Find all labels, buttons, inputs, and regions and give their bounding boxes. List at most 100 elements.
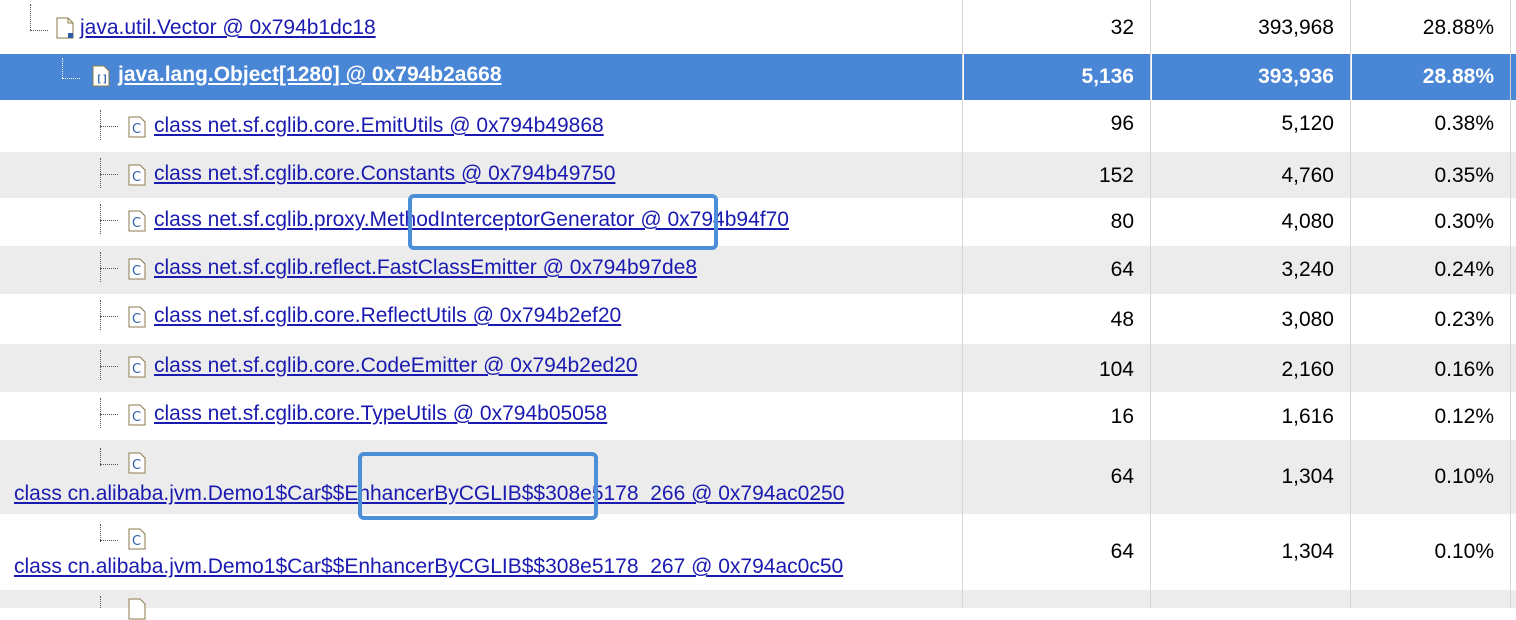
shallow-heap-cell: 80 (1110, 210, 1134, 233)
table-row[interactable]: C class net.sf.cglib.core.EmitUtils @ 0x… (0, 100, 1516, 152)
class-icon: C (128, 356, 146, 378)
tree-connector (100, 126, 118, 127)
tree-connector (100, 220, 118, 221)
class-icon: C (128, 258, 146, 280)
tree-guide (100, 350, 101, 380)
name-cell: C class net.sf.cglib.core.EmitUtils @ 0x… (0, 100, 962, 152)
table-row[interactable]: C class net.sf.cglib.core.CodeEmitter @ … (0, 344, 1516, 392)
class-link[interactable]: class net.sf.cglib.core.ReflectUtils @ 0… (154, 304, 621, 328)
tree-guide (100, 300, 101, 330)
tree-guide (100, 252, 101, 282)
tree-guide (100, 110, 101, 140)
tree-connector (100, 414, 118, 415)
column-separator (1350, 0, 1351, 608)
name-cell: C class net.sf.cglib.core.TypeUtils @ 0x… (0, 392, 962, 440)
class-link[interactable]: class net.sf.cglib.core.TypeUtils @ 0x79… (154, 402, 607, 426)
svg-text:C: C (132, 264, 141, 279)
percentage-cell: 0.10% (1434, 465, 1494, 488)
retained-heap-cell: 5,120 (1281, 112, 1334, 135)
retained-heap-cell: 4,760 (1281, 164, 1334, 187)
retained-heap-cell: 1,616 (1281, 405, 1334, 428)
class-icon: C (128, 306, 146, 328)
shallow-heap-cell: 64 (1110, 540, 1134, 563)
name-cell: C class net.sf.cglib.core.Constants @ 0x… (0, 152, 962, 198)
class-link[interactable]: class cn.alibaba.jvm.Demo1$Car$$Enhancer… (14, 555, 843, 579)
tree-guide (62, 58, 63, 78)
name-cell: C class cn.alibaba.jvm.Demo1$Car$$Enhanc… (0, 514, 962, 590)
table-row-selected[interactable]: [] java.lang.Object[1280] @ 0x794b2a668 … (0, 54, 1516, 100)
percentage-cell: 0.23% (1434, 308, 1494, 331)
shallow-heap-cell: 64 (1110, 465, 1134, 488)
table-row-partial[interactable] (0, 590, 1516, 620)
svg-text:C: C (132, 410, 141, 425)
name-cell: C class net.sf.cglib.core.CodeEmitter @ … (0, 344, 962, 392)
retained-heap-cell: 3,240 (1281, 258, 1334, 281)
tree-connector (30, 30, 48, 31)
tree-guide (100, 596, 101, 608)
retained-heap-cell: 3,080 (1281, 308, 1334, 331)
percentage-cell: 0.10% (1434, 540, 1494, 563)
shallow-heap-cell: 32 (1110, 16, 1134, 39)
column-separator (1510, 0, 1511, 608)
class-icon: C (128, 210, 146, 232)
array-link[interactable]: java.lang.Object[1280] @ 0x794b2a668 (118, 63, 502, 87)
svg-text:C: C (132, 362, 141, 377)
svg-text:C: C (132, 170, 141, 185)
svg-text:C: C (132, 122, 141, 137)
shallow-heap-cell: 152 (1098, 164, 1134, 187)
class-link[interactable]: class net.sf.cglib.core.EmitUtils @ 0x79… (154, 114, 604, 138)
class-link[interactable]: class net.sf.cglib.core.CodeEmitter @ 0x… (154, 354, 638, 378)
class-link[interactable]: class net.sf.cglib.core.Constants @ 0x79… (154, 162, 615, 186)
shallow-heap-cell: 104 (1098, 358, 1134, 381)
tree-connector (100, 316, 118, 317)
table-row[interactable]: C class net.sf.cglib.core.Constants @ 0x… (0, 152, 1516, 198)
tree-connector (62, 78, 80, 79)
percentage-cell: 0.38% (1434, 112, 1494, 135)
table-row[interactable]: C class cn.alibaba.jvm.Demo1$Car$$Enhanc… (0, 514, 1516, 590)
class-link[interactable]: class net.sf.cglib.reflect.FastClassEmit… (154, 256, 697, 280)
tree-connector (100, 464, 118, 465)
percentage-cell: 28.88% (1422, 65, 1494, 88)
retained-heap-cell: 1,304 (1281, 465, 1334, 488)
object-link[interactable]: java.util.Vector @ 0x794b1dc18 (80, 16, 376, 40)
table-row[interactable]: C class net.sf.cglib.core.TypeUtils @ 0x… (0, 392, 1516, 440)
retained-heap-cell: 1,304 (1281, 540, 1334, 563)
shallow-heap-cell: 48 (1110, 308, 1134, 331)
tree-guide (30, 4, 31, 30)
table-row[interactable]: C class net.sf.cglib.core.ReflectUtils @… (0, 294, 1516, 344)
tree-guide (100, 398, 101, 428)
array-icon: [] (92, 65, 110, 87)
column-separator (1150, 0, 1151, 608)
tree-connector (100, 174, 118, 175)
percentage-cell: 0.16% (1434, 358, 1494, 381)
class-icon: C (128, 452, 146, 474)
class-icon: C (128, 404, 146, 426)
class-icon (128, 598, 146, 620)
object-icon (56, 17, 74, 39)
name-cell: [] java.lang.Object[1280] @ 0x794b2a668 (0, 54, 962, 100)
table-row[interactable]: C class cn.alibaba.jvm.Demo1$Car$$Enhanc… (0, 440, 1516, 514)
table-row[interactable]: java.util.Vector @ 0x794b1dc18 32 393,96… (0, 4, 1516, 54)
tree-connector (100, 366, 118, 367)
table-row[interactable]: C class net.sf.cglib.reflect.FastClassEm… (0, 246, 1516, 294)
name-cell: C class net.sf.cglib.core.ReflectUtils @… (0, 294, 962, 344)
column-separator (962, 0, 963, 608)
shallow-heap-cell: 64 (1110, 258, 1134, 281)
percentage-cell: 0.24% (1434, 258, 1494, 281)
svg-text:C: C (132, 216, 141, 231)
tree-connector (100, 268, 118, 269)
svg-text:C: C (132, 312, 141, 327)
name-cell: java.util.Vector @ 0x794b1dc18 (0, 4, 962, 54)
tree-connector (100, 540, 118, 541)
shallow-heap-cell: 5,136 (1081, 65, 1134, 88)
class-icon: C (128, 164, 146, 186)
class-icon: C (128, 528, 146, 550)
retained-heap-cell: 2,160 (1281, 358, 1334, 381)
retained-heap-cell: 393,936 (1258, 65, 1334, 88)
shallow-heap-cell: 96 (1110, 112, 1134, 135)
percentage-cell: 0.12% (1434, 405, 1494, 428)
class-icon: C (128, 116, 146, 138)
svg-text:C: C (132, 458, 141, 473)
table-row[interactable]: C class net.sf.cglib.proxy.MethodInterce… (0, 198, 1516, 246)
percentage-cell: 28.88% (1422, 16, 1494, 39)
